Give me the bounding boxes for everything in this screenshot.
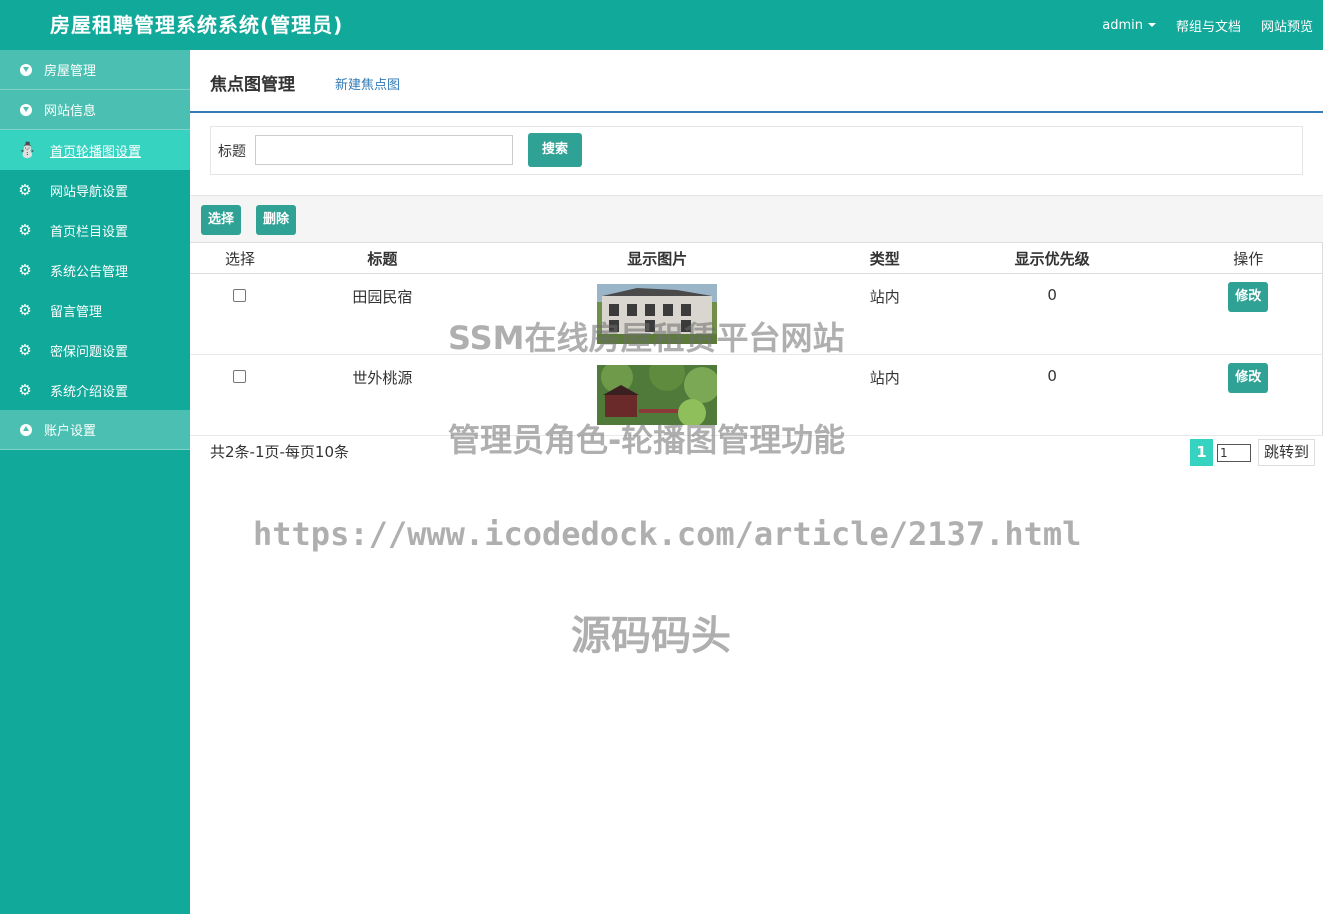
pagination-info: 共2条-1页-每页10条	[210, 443, 349, 461]
jump-button[interactable]: 跳转到	[1257, 439, 1315, 466]
app-title: 房屋租聘管理系统系统(管理员)	[50, 13, 344, 37]
search-button[interactable]: 搜索	[528, 133, 582, 167]
sidebar-group-label: 网站信息	[44, 104, 97, 119]
sidebar-item-label: 密保问题设置	[50, 344, 129, 360]
sidebar-item-label: 留言管理	[50, 304, 103, 320]
gear-icon: ⚙	[18, 301, 32, 319]
gear-icon: ⚙	[18, 341, 32, 359]
top-bar: 房屋租聘管理系统系统(管理员) admin 帮组与文档 网站预览	[0, 0, 1323, 50]
sidebar-group-house[interactable]: 房屋管理	[0, 50, 190, 90]
table-header-row: 选择 标题 显示图片 类型 显示优先级 操作	[190, 242, 1323, 274]
toolbar: 选择 删除	[190, 195, 1323, 242]
column-header: 标题	[289, 242, 475, 274]
gear-icon: ⚙	[18, 221, 32, 239]
chevron-up-circle-icon	[20, 423, 32, 436]
page-title: 焦点图管理	[210, 75, 295, 95]
row-checkbox[interactable]	[233, 289, 247, 302]
caret-down-icon	[1147, 23, 1156, 27]
page-header: 焦点图管理 新建焦点图	[190, 50, 1323, 113]
action-cell: 修改	[1174, 354, 1323, 436]
chevron-down-circle-icon	[20, 103, 32, 116]
sidebar-item-announcements[interactable]: ⚙ 系统公告管理	[0, 250, 190, 290]
pagination: 1 1 跳转到	[1189, 439, 1315, 466]
sidebar-item-label: 系统公告管理	[50, 264, 129, 280]
chevron-down-circle-icon	[20, 63, 32, 76]
gear-icon: ⚙	[18, 381, 32, 399]
page-current[interactable]: 1	[1189, 439, 1213, 466]
database-icon: ⛄	[18, 141, 37, 159]
sidebar-item-label: 网站导航设置	[50, 184, 129, 200]
sidebar-item-label: 首页栏目设置	[50, 224, 129, 240]
priority-cell: 0	[929, 354, 1175, 436]
column-header: 显示图片	[474, 242, 840, 274]
sidebar-group-label: 房屋管理	[44, 64, 97, 79]
search-panel: 标题 搜索	[210, 126, 1303, 175]
select-cell	[190, 273, 290, 355]
gear-icon: ⚙	[18, 181, 32, 199]
sidebar-item-label: 首页轮播图设置	[50, 144, 142, 160]
sidebar-item-label: 系统介绍设置	[50, 384, 129, 400]
search-label: 标题	[218, 144, 246, 160]
sidebar-group-site-info[interactable]: 网站信息	[0, 90, 190, 130]
top-nav: admin 帮组与文档 网站预览	[1082, 0, 1313, 50]
type-cell: 站内	[839, 273, 930, 355]
select-cell	[190, 354, 290, 436]
sidebar-group-account[interactable]: 账户设置	[0, 410, 190, 450]
user-name: admin	[1102, 17, 1143, 33]
column-header: 操作	[1174, 242, 1323, 274]
user-menu[interactable]: admin	[1102, 18, 1156, 33]
column-header: 类型	[839, 242, 930, 274]
sidebar: 房屋管理 网站信息 ⛄ 首页轮播图设置 ⚙ 网站导航设置 ⚙ 首页栏目设置 ⚙ …	[0, 50, 190, 914]
watermark-text: SSM在线房屋租赁平台网站	[448, 319, 845, 357]
search-input[interactable]	[255, 135, 513, 165]
sidebar-item-nav-settings[interactable]: ⚙ 网站导航设置	[0, 170, 190, 210]
type-cell: 站内	[839, 354, 930, 436]
action-cell: 修改	[1174, 273, 1323, 355]
row-checkbox[interactable]	[233, 370, 247, 383]
preview-link[interactable]: 网站预览	[1261, 16, 1313, 35]
sidebar-item-system-intro[interactable]: ⚙ 系统介绍设置	[0, 370, 190, 410]
edit-button[interactable]: 修改	[1228, 363, 1269, 393]
sidebar-item-security-questions[interactable]: ⚙ 密保问题设置	[0, 330, 190, 370]
sidebar-item-messages[interactable]: ⚙ 留言管理	[0, 290, 190, 330]
page-number-input[interactable]: 1	[1216, 443, 1251, 462]
watermark-text: 源码码头	[571, 613, 731, 659]
main-content: 焦点图管理 新建焦点图 标题 搜索 选择 删除 选择 标题 显示图片 类型 显示…	[190, 50, 1323, 914]
column-header: 显示优先级	[929, 242, 1175, 274]
delete-button[interactable]: 删除	[256, 205, 296, 235]
new-focus-image-link[interactable]: 新建焦点图	[335, 74, 400, 93]
sidebar-group-label: 账户设置	[44, 424, 97, 439]
watermark-url: https://www.icodedock.com/article/2137.h…	[253, 515, 1082, 553]
priority-cell: 0	[929, 273, 1175, 355]
edit-button[interactable]: 修改	[1228, 282, 1269, 312]
sidebar-item-column-settings[interactable]: ⚙ 首页栏目设置	[0, 210, 190, 250]
help-link[interactable]: 帮组与文档	[1176, 16, 1241, 35]
select-button[interactable]: 选择	[201, 205, 241, 235]
sidebar-item-carousel[interactable]: ⛄ 首页轮播图设置	[0, 130, 190, 170]
watermark-text: 管理员角色-轮播图管理功能	[448, 421, 846, 459]
column-header: 选择	[190, 242, 290, 274]
gear-icon: ⚙	[18, 261, 32, 279]
